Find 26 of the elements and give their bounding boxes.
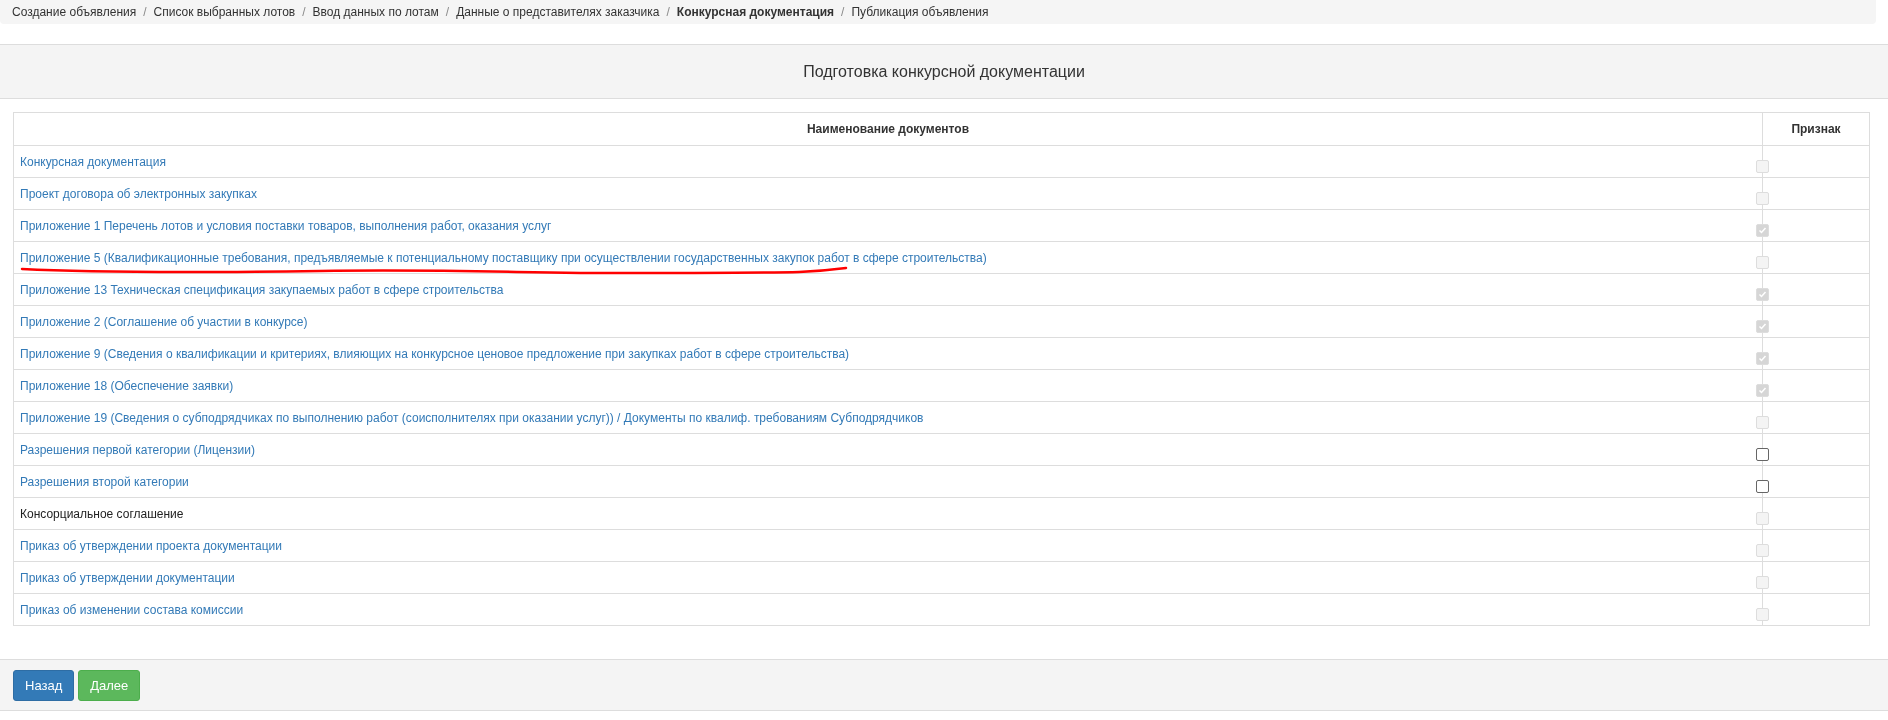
breadcrumb-separator: / <box>840 5 846 19</box>
breadcrumb-item[interactable]: Публикация объявления <box>851 5 989 19</box>
breadcrumb-item[interactable]: Данные о представителях заказчика <box>456 5 660 19</box>
checkbox[interactable] <box>1756 480 1769 493</box>
checkbox[interactable] <box>1756 448 1769 461</box>
next-button[interactable]: Далее <box>78 669 141 701</box>
breadcrumb-separator: / <box>142 5 148 19</box>
checkmark-icon <box>1757 225 1768 236</box>
column-header: Признак <box>1762 112 1870 146</box>
panel-title: Подготовка конкурсной документации <box>803 62 1085 81</box>
document-link[interactable]: Разрешения первой категории (Лицензии) <box>20 442 255 457</box>
breadcrumb-item[interactable]: Создание объявления <box>12 5 137 19</box>
document-link[interactable]: Разрешения второй категории <box>20 474 189 489</box>
checkmark-icon <box>1757 289 1768 300</box>
breadcrumb-item[interactable]: Список выбранных лотов <box>153 5 296 19</box>
breadcrumb-item[interactable]: Ввод данных по лотам <box>312 5 439 19</box>
back-button[interactable]: Назад <box>13 669 75 701</box>
document-name: Консорциальное соглашение <box>20 506 184 521</box>
breadcrumb-separator: / <box>301 5 307 19</box>
checkmark-icon <box>1757 385 1768 396</box>
breadcrumb-item[interactable]: Конкурсная документация <box>676 5 835 19</box>
checkmark-icon <box>1757 353 1768 364</box>
breadcrumb-separator: / <box>665 5 671 19</box>
breadcrumb-separator: / <box>444 5 451 19</box>
column-header: Наименование документов <box>13 112 1763 146</box>
checkmark-icon <box>1757 321 1768 332</box>
